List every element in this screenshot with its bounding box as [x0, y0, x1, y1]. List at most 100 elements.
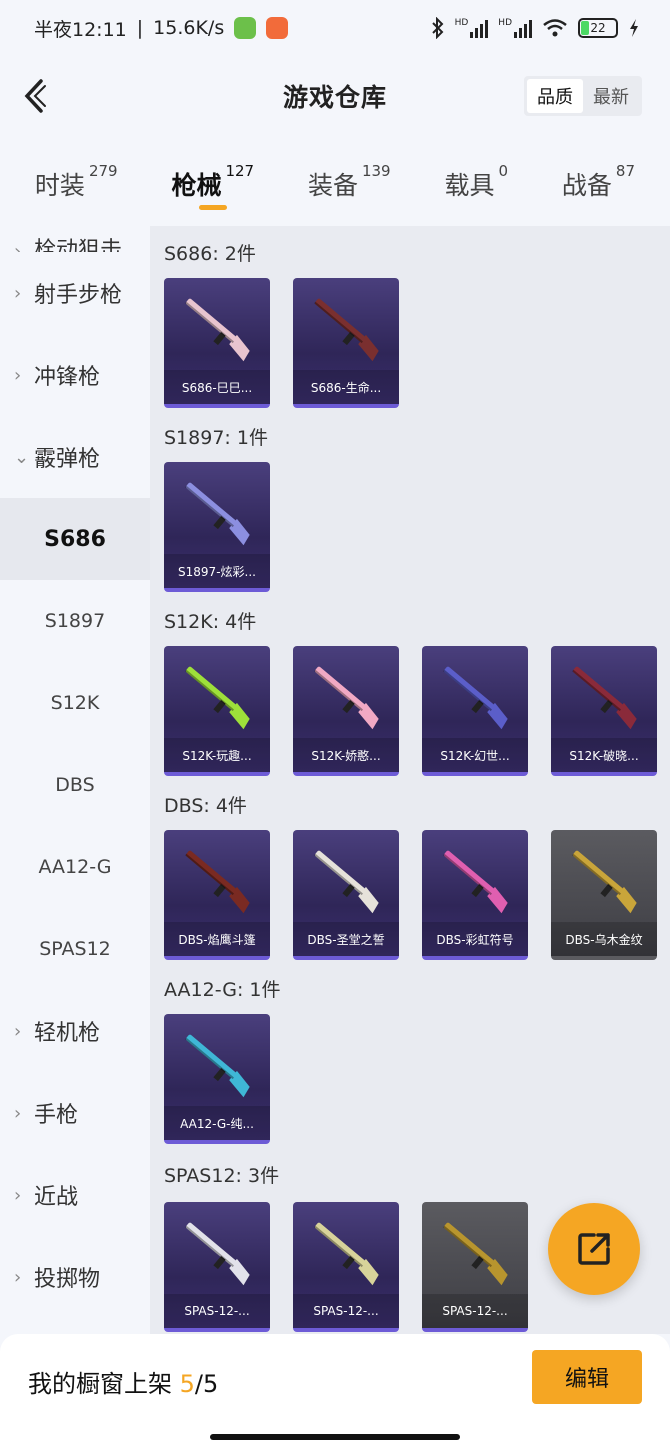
tab-count: 127 — [225, 162, 255, 180]
weapon-image — [572, 850, 637, 914]
showcase-total: /5 — [194, 1370, 219, 1398]
sidebar-item-marksman-rifle[interactable]: › 射手步枪 — [0, 252, 150, 334]
weapon-card[interactable]: S12K-娇憨... — [293, 646, 399, 776]
weapon-name: SPAS-12-... — [422, 1294, 528, 1328]
tab-guns[interactable]: 枪械 127 — [171, 150, 254, 226]
weapon-image — [185, 1222, 250, 1286]
weapon-card[interactable]: DBS-焰鹰斗篷 — [164, 830, 270, 960]
group-title: S686: 2件 — [164, 242, 256, 265]
weapon-card[interactable]: S686-生命... — [293, 278, 399, 408]
weapon-name: S686-巳巳... — [164, 370, 270, 404]
weapon-card[interactable]: S12K-破晓... — [551, 646, 657, 776]
charging-icon — [630, 19, 638, 37]
sort-newest-button[interactable]: 最新 — [583, 79, 639, 113]
sidebar-item-label: 近战 — [34, 1185, 79, 1210]
tab-count: 139 — [361, 162, 391, 180]
weapon-name: DBS-焰鹰斗篷 — [164, 922, 270, 956]
weapon-image — [185, 482, 250, 546]
weapon-card[interactable]: S686-巳巳... — [164, 278, 270, 408]
sidebar-item-s1897[interactable]: S1897 — [0, 580, 150, 662]
weapon-image — [185, 1034, 250, 1098]
back-button[interactable] — [14, 74, 54, 118]
weapon-card[interactable]: SPAS-12-... — [422, 1202, 528, 1332]
weapon-image — [185, 850, 250, 914]
group-title: DBS: 4件 — [164, 794, 247, 817]
weapon-card[interactable]: S1897-炫彩... — [164, 462, 270, 592]
tab-label: 战备 — [561, 171, 612, 200]
sort-toggle: 品质 最新 — [524, 76, 642, 116]
group-aa12g: AA12-G: 1件 AA12-G-纯... — [150, 962, 670, 1146]
sidebar-item-s12k[interactable]: S12K — [0, 662, 150, 744]
sidebar-item-aa12g[interactable]: AA12-G — [0, 826, 150, 908]
category-tabs: 时装 279 枪械 127 装备 139 载具 0 战备 87 — [0, 150, 670, 226]
weapon-name: S12K-破晓... — [551, 738, 657, 772]
signal-1-icon: HD — [455, 18, 489, 38]
group-s686: S686: 2件 S686-巳巳... S686-生命... — [150, 226, 670, 410]
sidebar-item-dbs[interactable]: DBS — [0, 744, 150, 826]
sidebar-item-label: 冲锋枪 — [34, 365, 101, 390]
sidebar-item-s686[interactable]: S686 — [0, 498, 150, 580]
sidebar-item-throwables[interactable]: › 投掷物 — [0, 1236, 150, 1318]
weapon-card[interactable]: DBS-彩虹符号 — [422, 830, 528, 960]
battery-level: 22 — [590, 21, 606, 35]
weapon-image — [185, 298, 250, 362]
card-row: DBS-焰鹰斗篷 DBS-圣堂之誓 DBS-彩虹符号 DBS-乌木金纹 — [150, 830, 670, 962]
weapon-card[interactable]: SPAS-12-... — [164, 1202, 270, 1332]
sidebar-item-spas12[interactable]: SPAS12 — [0, 908, 150, 990]
tab-label: 枪械 — [171, 171, 222, 200]
weapon-name: S1897-炫彩... — [164, 554, 270, 588]
weapon-card[interactable]: S12K-玩趣... — [164, 646, 270, 776]
sidebar-item-label: 射手步枪 — [34, 283, 123, 308]
weapon-name: S686-生命... — [293, 370, 399, 404]
header: 游戏仓库 品质 最新 — [0, 56, 670, 136]
sidebar-item-label: 栓动狙击 — [34, 238, 123, 252]
home-indicator[interactable] — [210, 1434, 460, 1440]
edit-button[interactable]: 编辑 — [532, 1350, 642, 1404]
weapon-card[interactable]: DBS-圣堂之誓 — [293, 830, 399, 960]
chevron-right-icon: › — [14, 1102, 22, 1124]
share-button[interactable] — [548, 1203, 640, 1295]
active-tab-indicator — [199, 205, 228, 210]
chevron-right-icon: › — [14, 1020, 22, 1042]
wifi-icon — [543, 19, 567, 37]
weapon-name: SPAS-12-... — [164, 1294, 270, 1328]
tab-count: 279 — [88, 162, 118, 180]
sidebar-item-lmg[interactable]: › 轻机枪 — [0, 990, 150, 1072]
weapon-card[interactable]: SPAS-12-... — [293, 1202, 399, 1332]
weapon-image — [443, 666, 508, 730]
tab-label: 装备 — [307, 171, 358, 200]
tab-supplies[interactable]: 战备 87 — [562, 150, 635, 226]
chevron-right-icon: › — [14, 241, 22, 252]
tab-label: 载具 — [444, 171, 495, 200]
sidebar-item-pistol[interactable]: › 手枪 — [0, 1072, 150, 1154]
sidebar-item-melee[interactable]: › 近战 — [0, 1154, 150, 1236]
sidebar-item-shotgun[interactable]: ⌄ 霰弹枪 — [0, 416, 150, 498]
showcase-current: 5 — [179, 1370, 195, 1398]
weapon-image — [314, 1222, 379, 1286]
sidebar-item-bolt-sniper[interactable]: › 栓动狙击 — [0, 226, 150, 252]
group-title: SPAS12: 3件 — [164, 1164, 280, 1187]
tab-label: 时装 — [34, 171, 85, 200]
tab-outfit[interactable]: 时装 279 — [35, 150, 118, 226]
weapon-type-sidebar: › 栓动狙击 › 射手步枪 › 冲锋枪 ⌄ 霰弹枪 S686 S1897 S12K DB… — [0, 226, 150, 1334]
group-title: AA12-G: 1件 — [164, 978, 281, 1001]
tab-vehicles[interactable]: 载具 0 — [444, 150, 508, 226]
sort-quality-button[interactable]: 品质 — [527, 79, 583, 113]
weapon-card[interactable]: AA12-G-纯... — [164, 1014, 270, 1144]
weapon-image — [185, 666, 250, 730]
chevron-right-icon: › — [14, 282, 22, 304]
weapon-name: AA12-G-纯... — [164, 1106, 270, 1140]
weapon-image — [314, 298, 379, 362]
weapon-name: DBS-乌木金纹 — [551, 922, 657, 956]
sidebar-item-smg[interactable]: › 冲锋枪 — [0, 334, 150, 416]
weapon-name: S12K-娇憨... — [293, 738, 399, 772]
card-row: AA12-G-纯... — [150, 1014, 670, 1146]
showcase-label: 我的橱窗上架 — [28, 1370, 180, 1398]
weapon-name: DBS-彩虹符号 — [422, 922, 528, 956]
weapon-card[interactable]: DBS-乌木金纹 — [551, 830, 657, 960]
chevron-down-icon: ⌄ — [14, 446, 30, 468]
card-row: S686-巳巳... S686-生命... — [150, 278, 670, 410]
tab-equipment[interactable]: 装备 139 — [308, 150, 391, 226]
weapon-card[interactable]: S12K-幻世... — [422, 646, 528, 776]
card-row: S1897-炫彩... — [150, 462, 670, 594]
